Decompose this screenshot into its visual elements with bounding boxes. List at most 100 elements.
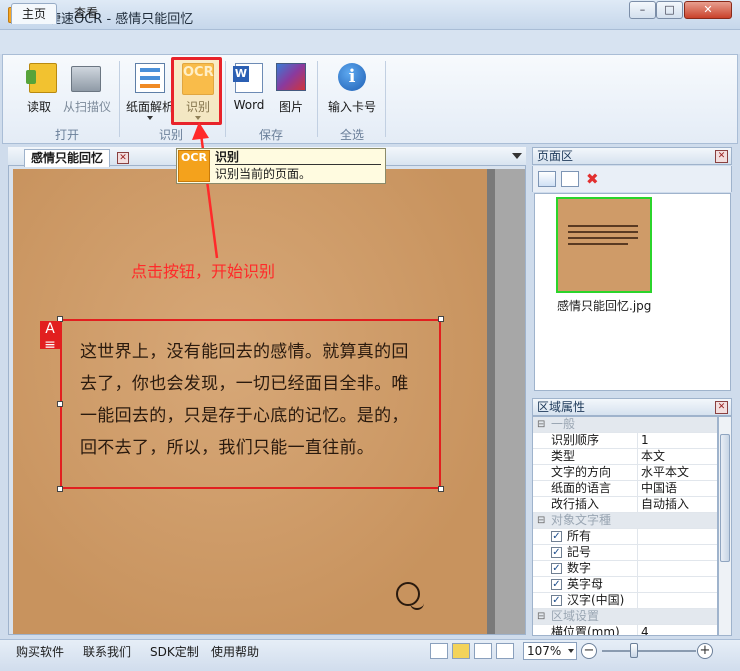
text-view-icon[interactable] xyxy=(474,643,492,659)
page-thumbnail[interactable] xyxy=(556,197,652,293)
save-word-label: Word xyxy=(233,98,265,112)
property-row[interactable]: 类型 本文 xyxy=(533,449,717,465)
property-value[interactable]: 中国语 xyxy=(637,481,717,496)
resize-handle[interactable] xyxy=(438,486,444,492)
tab-home[interactable]: 主页 xyxy=(11,3,58,24)
ocr-button-highlight xyxy=(171,57,222,125)
folder-open-icon xyxy=(26,63,57,93)
checkbox[interactable]: ✓ xyxy=(551,531,562,542)
collapse-icon[interactable]: ⊟ xyxy=(537,609,545,624)
property-category[interactable]: ⊟ 一般 xyxy=(533,417,717,433)
checkbox[interactable]: ✓ xyxy=(551,563,562,574)
property-name: 文字的方向 xyxy=(551,465,612,479)
close-tab-icon[interactable]: ✕ xyxy=(117,152,129,164)
scanner-button-label: 从扫描仪 xyxy=(62,100,111,114)
zoom-slider[interactable] xyxy=(602,650,696,652)
collapse-icon[interactable]: ⊟ xyxy=(537,417,545,432)
group-label-save: 保存 xyxy=(258,128,283,142)
category-label: 一般 xyxy=(551,417,576,431)
thumbnail-text-line xyxy=(568,225,638,227)
property-row[interactable]: 改行插入 自动插入 xyxy=(533,497,717,513)
resize-handle[interactable] xyxy=(438,316,444,322)
property-name: 类型 xyxy=(551,449,576,463)
checkbox[interactable]: ✓ xyxy=(551,595,562,606)
property-row[interactable]: 纸面的语言 中国语 xyxy=(533,481,717,497)
group-label-open: 打开 xyxy=(54,128,79,142)
property-name: 数字 xyxy=(567,561,592,575)
property-value[interactable]: 本文 xyxy=(637,449,717,464)
close-window-button[interactable]: ✕ xyxy=(684,1,732,19)
close-panel-icon[interactable]: ✕ xyxy=(715,150,728,163)
maximize-button[interactable]: □ xyxy=(656,1,683,19)
property-row[interactable]: 识别顺序 1 xyxy=(533,433,717,449)
resize-handle[interactable] xyxy=(57,401,63,407)
property-name: 识别顺序 xyxy=(551,433,600,447)
property-row[interactable]: ✓ 英字母 xyxy=(533,577,717,593)
zoom-in-button[interactable]: + xyxy=(697,643,713,659)
contact-us-link[interactable]: 联系我们 xyxy=(83,643,131,660)
buy-software-link[interactable]: 购买软件 xyxy=(16,643,64,660)
thumbnail-filename: 感情只能回忆.jpg xyxy=(557,299,652,313)
delete-page-icon[interactable]: ✖ xyxy=(586,171,604,187)
resize-handle[interactable] xyxy=(57,486,63,492)
fit-page-icon[interactable] xyxy=(430,643,448,659)
property-value[interactable]: 1 xyxy=(637,433,717,448)
ribbon-separator xyxy=(317,61,318,137)
save-image-button[interactable]: 图片 xyxy=(271,58,311,114)
save-word-button[interactable]: Word xyxy=(229,58,269,114)
property-name: 纸面的语言 xyxy=(551,481,612,495)
page-view-icon[interactable] xyxy=(561,171,579,187)
property-value[interactable]: 水平本文 xyxy=(637,465,717,480)
scanner-icon xyxy=(71,66,101,92)
checkbox[interactable]: ✓ xyxy=(551,547,562,558)
input-card-button[interactable]: i 输入卡号 xyxy=(321,58,383,114)
property-row[interactable]: ✓ 汉字(中国) xyxy=(533,593,717,609)
property-name: 所有 xyxy=(567,529,592,543)
property-category[interactable]: ⊟ 对象文字種 xyxy=(533,513,717,529)
property-value[interactable]: 4 xyxy=(637,625,717,635)
tab-view[interactable]: 查看 xyxy=(64,3,108,24)
property-name: 記号 xyxy=(567,545,592,559)
group-label-select-all: 全选 xyxy=(339,128,364,142)
category-label: 对象文字種 xyxy=(551,513,612,527)
chevron-down-icon[interactable] xyxy=(512,153,522,159)
scanner-button[interactable]: 从扫描仪 xyxy=(59,58,115,114)
property-row[interactable]: 横位置(mm) 4 xyxy=(533,625,717,636)
page-panel-title: 页面区 xyxy=(532,147,732,165)
word-icon xyxy=(233,63,263,93)
ribbon-separator xyxy=(385,61,386,137)
chevron-down-icon[interactable] xyxy=(568,649,574,653)
minimize-button[interactable]: – xyxy=(629,1,656,19)
split-view-icon[interactable] xyxy=(496,643,514,659)
property-value[interactable]: 自动插入 xyxy=(637,497,717,512)
text-region-box[interactable] xyxy=(60,319,441,489)
document-tab[interactable]: 感情只能回忆 xyxy=(24,149,111,167)
property-name: 汉字(中国) xyxy=(567,593,625,607)
ribbon: 读取 从扫描仪 打开 纸面解析 OCR 识别 识别 Word 图片 保存 i 输… xyxy=(2,54,738,144)
property-row[interactable]: 文字的方向 水平本文 xyxy=(533,465,717,481)
zoom-slider-thumb[interactable] xyxy=(630,643,638,658)
scrollbar-thumb[interactable] xyxy=(720,434,730,562)
tooltip-description: 识别当前的页面。 xyxy=(215,167,312,181)
checkbox[interactable]: ✓ xyxy=(551,579,562,590)
property-row[interactable]: ✓ 数字 xyxy=(533,561,717,577)
zoom-out-button[interactable]: − xyxy=(581,643,597,659)
close-panel-icon[interactable]: ✕ xyxy=(715,401,728,414)
property-row[interactable]: ✓ 所有 xyxy=(533,529,717,545)
text-region-type-icon[interactable]: A ≡ xyxy=(40,321,60,353)
zoom-value: 107% xyxy=(527,644,562,658)
document-scrollbar[interactable] xyxy=(487,169,495,634)
input-card-label: 输入卡号 xyxy=(327,100,376,114)
property-category[interactable]: ⊟ 区域设置 xyxy=(533,609,717,625)
property-grid: ⊟ 一般 识别顺序 1 类型 本文 文字的方向 水平本文 纸面的语言 中国语 改行插入 自动插入 ⊟ 对象… xyxy=(532,416,718,636)
property-value xyxy=(637,593,717,608)
image-view-icon[interactable] xyxy=(452,643,470,659)
property-row[interactable]: ✓ 記号 xyxy=(533,545,717,561)
sdk-custom-link[interactable]: SDK定制 xyxy=(150,643,199,660)
read-button[interactable]: 读取 xyxy=(19,58,59,114)
property-name: 横位置(mm) xyxy=(551,625,620,636)
ribbon-tab-bar xyxy=(0,30,740,54)
help-link[interactable]: 使用帮助 xyxy=(211,643,259,660)
collapse-icon[interactable]: ⊟ xyxy=(537,513,545,528)
thumbnail-view-icon[interactable] xyxy=(538,171,556,187)
